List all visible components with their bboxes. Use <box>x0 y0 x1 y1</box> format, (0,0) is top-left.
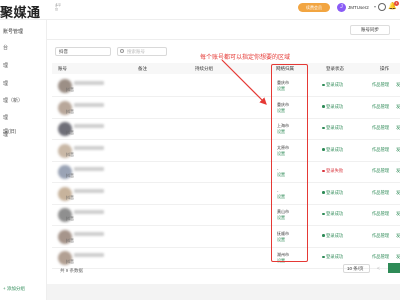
status-dot <box>322 191 325 194</box>
status-dot <box>322 255 325 258</box>
table-row <box>52 183 400 205</box>
status-dot <box>322 126 325 129</box>
sidebar-item[interactable]: 理 <box>3 80 8 87</box>
current-page-button[interactable] <box>388 263 400 273</box>
vip-renew-button[interactable]: 续费会员 <box>298 3 330 12</box>
platform-label: 抖音 <box>66 173 74 178</box>
platform-label: 抖音 <box>66 237 74 243</box>
manage-works-link[interactable]: 作品管理 <box>372 233 389 239</box>
publish-link[interactable]: 发 <box>396 168 400 174</box>
platform-label: 抖音 <box>66 130 74 135</box>
account-name-blurred <box>74 124 104 128</box>
username[interactable]: JMTUser2 <box>348 5 369 10</box>
account-name-blurred <box>74 167 104 171</box>
app-logo[interactable]: 聚媒通 <box>0 2 41 21</box>
publish-link[interactable]: 发 <box>396 82 400 88</box>
sidebar-title[interactable]: 账号管理 <box>3 28 23 35</box>
sidebar-item[interactable]: 理(旧) <box>3 128 16 135</box>
platform-label: 抖音 <box>66 259 74 264</box>
publish-link[interactable]: 发 <box>396 147 400 153</box>
status-dot <box>322 83 325 86</box>
table-row <box>52 75 400 97</box>
top-bar: 聚媒通 多平台 续费会员 J JMTUser2 ▾ 🔔 1 <box>0 0 400 21</box>
logo-subtitle: 多平台 <box>55 3 62 11</box>
manage-works-link[interactable]: 作品管理 <box>372 190 389 196</box>
search-icon <box>120 49 124 53</box>
publish-link[interactable]: 发 <box>396 254 400 260</box>
status-text: 登录成功 <box>326 125 344 130</box>
prev-page-button[interactable]: < <box>377 266 380 272</box>
table-row <box>52 161 400 183</box>
table-row <box>52 97 400 119</box>
table-row <box>52 118 400 140</box>
help-icon[interactable] <box>378 3 386 11</box>
manage-works-link[interactable]: 作品管理 <box>372 82 389 88</box>
search-input[interactable]: 搜索账号 <box>117 47 167 56</box>
sidebar-item[interactable]: 理（新） <box>3 97 23 104</box>
page-header <box>47 20 400 40</box>
publish-link[interactable]: 发 <box>396 233 400 239</box>
table-row <box>52 204 400 226</box>
account-name-blurred <box>74 210 104 214</box>
sidebar: 账号管理 台 理 理 理（新） 理 理 理(旧) + 添加分组 <box>0 20 47 300</box>
status-text: 登录成功 <box>326 103 344 109</box>
account-name-blurred <box>74 81 104 85</box>
table-row <box>52 140 400 162</box>
avatar[interactable]: J <box>337 3 346 12</box>
status-dot <box>322 169 325 172</box>
publish-link[interactable]: 发 <box>396 125 400 131</box>
status-text: 登录失败 <box>326 168 344 173</box>
sidebar-item[interactable]: 台 <box>3 44 8 51</box>
column-header: 持续分组 <box>195 66 213 71</box>
manage-works-link[interactable]: 作品管理 <box>372 211 389 217</box>
status-text: 登录成功 <box>326 189 344 195</box>
status-dot <box>322 212 325 215</box>
column-header: 备注 <box>138 66 147 71</box>
manage-works-link[interactable]: 作品管理 <box>372 125 389 131</box>
status-text: 登录成功 <box>326 146 344 152</box>
status-text: 登录成功 <box>326 211 344 216</box>
account-name-blurred <box>74 145 104 150</box>
chevron-down-icon[interactable]: ▾ <box>374 4 376 9</box>
platform-label: 抖音 <box>66 216 74 221</box>
status-dot <box>322 234 325 237</box>
table-row <box>52 226 400 248</box>
status-text: 登录成功 <box>326 82 344 87</box>
notification-badge: 1 <box>394 1 399 6</box>
status-dot <box>322 148 325 151</box>
manage-works-link[interactable]: 作品管理 <box>372 147 389 153</box>
column-header: 登录状态 <box>326 66 344 71</box>
account-name-blurred <box>74 188 104 193</box>
publish-link[interactable]: 发 <box>396 104 400 110</box>
platform-label: 抖音 <box>66 151 74 157</box>
platform-label: 抖音 <box>66 108 74 114</box>
platform-label: 抖音 <box>66 87 74 92</box>
region-highlight-box <box>271 64 308 262</box>
sidebar-item[interactable]: 理 <box>3 114 8 121</box>
publish-link[interactable]: 发 <box>396 211 400 217</box>
add-group-button[interactable]: + 添加分组 <box>3 286 25 292</box>
platform-select[interactable]: 抖音 <box>55 47 111 56</box>
sidebar-item[interactable]: 理 <box>3 62 8 69</box>
account-name-blurred <box>74 253 104 257</box>
bottom-strip <box>47 284 400 300</box>
page-size-select[interactable]: 10 条/页 <box>343 264 370 273</box>
manage-works-link[interactable]: 作品管理 <box>372 104 389 110</box>
column-header: 操作 <box>380 66 389 71</box>
publish-link[interactable]: 发 <box>396 190 400 196</box>
status-dot <box>322 105 325 108</box>
table-header <box>52 63 400 74</box>
status-text: 登录成功 <box>326 232 344 238</box>
account-name-blurred <box>74 231 104 236</box>
annotation-text: 每个账号都可以指定你想要的区域 <box>200 55 291 61</box>
manage-works-link[interactable]: 作品管理 <box>372 168 389 174</box>
account-name-blurred <box>74 102 104 107</box>
column-header: 账号 <box>58 66 67 71</box>
total-count: 共 9 条数据 <box>60 268 84 273</box>
platform-label: 抖音 <box>66 194 74 200</box>
account-sync-button[interactable]: 账号同步 <box>350 25 390 35</box>
status-text: 登录成功 <box>326 254 344 259</box>
manage-works-link[interactable]: 作品管理 <box>372 254 389 260</box>
